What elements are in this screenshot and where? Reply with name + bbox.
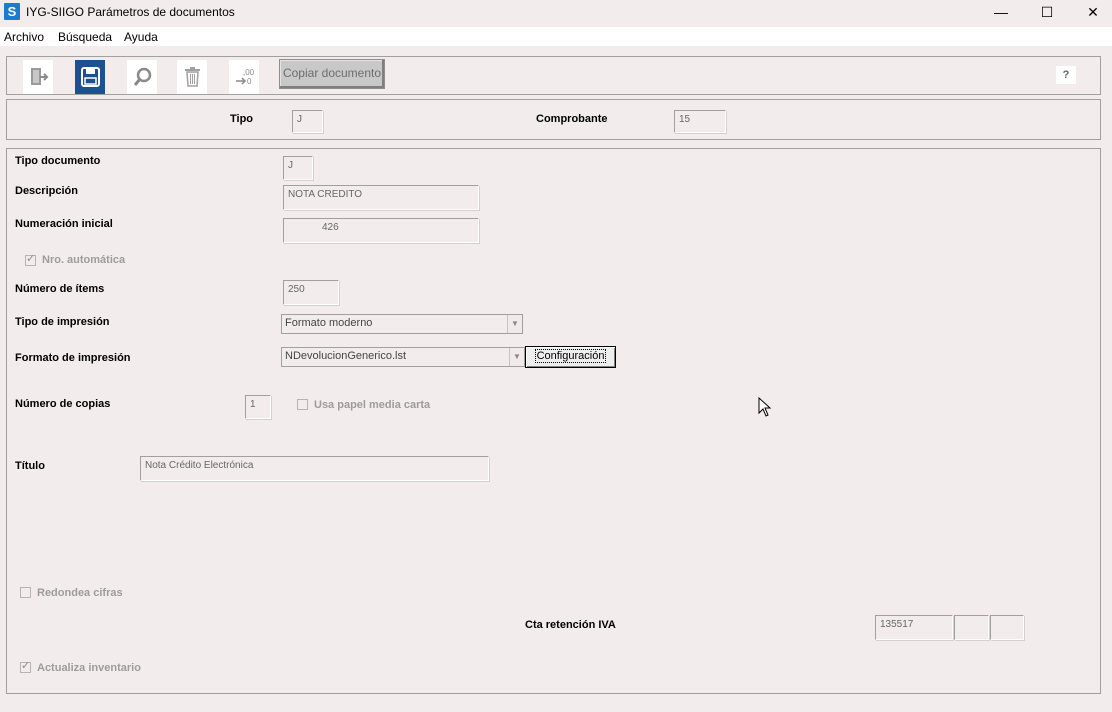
form-group: [6, 148, 1101, 694]
mouse-cursor-icon: [758, 397, 772, 417]
descripcion-label: Descripción: [15, 185, 78, 197]
media-carta-checkbox[interactable]: [297, 399, 308, 410]
actualiza-inventario-checkbox[interactable]: ✓: [20, 660, 31, 673]
exit-button[interactable]: [23, 60, 53, 94]
nro-automatica-label: Nro. automática: [42, 254, 126, 266]
check-mark-icon: ✓: [21, 660, 31, 672]
menu-bar: Archivo Búsqueda Ayuda: [0, 27, 1112, 46]
cta-retencion-sub1-field[interactable]: [954, 615, 989, 640]
formato-impresion-select[interactable]: NDevolucionGenerico.lst ▼: [281, 347, 525, 367]
numero-copias-label: Número de copias: [15, 398, 111, 410]
maximize-button[interactable]: ☐: [1024, 0, 1070, 24]
numero-copias-field[interactable]: 1: [245, 395, 271, 419]
title-bar: S IYG-SIIGO Parámetros de documentos — ☐…: [0, 0, 1112, 24]
tipo-documento-field[interactable]: J: [283, 156, 313, 180]
check-mark-icon: ✓: [26, 253, 36, 265]
tipo-documento-label: Tipo documento: [15, 155, 101, 167]
menu-busqueda[interactable]: Búsqueda: [58, 30, 112, 44]
close-button[interactable]: ✕: [1070, 0, 1112, 24]
comprobante-label: Comprobante: [536, 113, 608, 125]
menu-ayuda[interactable]: Ayuda: [124, 30, 158, 44]
configuracion-button[interactable]: Configuración: [525, 346, 616, 368]
delete-button[interactable]: [177, 60, 207, 94]
numero-items-label: Número de ítems: [15, 283, 105, 295]
chevron-down-icon: ▼: [507, 315, 522, 333]
copy-document-button[interactable]: Copiar documento: [279, 59, 385, 89]
redondea-cifras-label: Redondea cifras: [37, 587, 123, 599]
actualiza-inventario-label: Actualiza inventario: [37, 662, 141, 674]
trash-icon: [185, 67, 200, 87]
tipo-impresion-value: Formato moderno: [285, 317, 373, 329]
titulo-label: Título: [15, 460, 45, 472]
search-button[interactable]: [127, 60, 157, 94]
search-icon: [133, 67, 152, 86]
numero-items-field[interactable]: 250: [283, 280, 339, 305]
window-title: IYG-SIIGO Parámetros de documentos: [26, 5, 235, 19]
titulo-field[interactable]: Nota Crédito Electrónica: [140, 456, 489, 481]
tipo-impresion-select[interactable]: Formato moderno ▼: [281, 314, 523, 334]
renumber-icon: ,00 0: [236, 68, 255, 86]
media-carta-label: Usa papel media carta: [314, 399, 431, 411]
toolbar: [6, 56, 1101, 95]
minimize-button[interactable]: —: [978, 0, 1024, 24]
tipo-label: Tipo: [230, 113, 254, 125]
cta-retencion-sub2-field[interactable]: [990, 615, 1024, 640]
formato-impresion-label: Formato de impresión: [15, 352, 131, 364]
svg-text:0: 0: [247, 77, 252, 86]
exit-icon: [31, 68, 49, 85]
redondea-cifras-checkbox[interactable]: [20, 587, 31, 598]
save-icon: [81, 67, 100, 87]
help-button[interactable]: ?: [1056, 66, 1076, 84]
menu-archivo[interactable]: Archivo: [4, 30, 44, 44]
svg-text:,00: ,00: [243, 68, 255, 77]
cta-retencion-field[interactable]: 135517: [875, 615, 953, 640]
numeracion-inicial-field[interactable]: 426: [283, 218, 479, 243]
cta-retencion-label: Cta retención IVA: [525, 619, 616, 631]
numeracion-inicial-label: Numeración inicial: [15, 218, 113, 230]
app-icon: S: [4, 3, 20, 20]
renumber-button[interactable]: ,00 0: [229, 60, 259, 94]
descripcion-field[interactable]: NOTA CREDITO: [283, 185, 479, 210]
chevron-down-icon: ▼: [509, 348, 524, 366]
tipo-impresion-label: Tipo de impresión: [15, 316, 110, 328]
comprobante-field[interactable]: 15: [674, 110, 726, 133]
formato-impresion-value: NDevolucionGenerico.lst: [285, 350, 407, 362]
nro-automatica-checkbox[interactable]: ✓: [25, 253, 36, 266]
configuracion-label: Configuración: [534, 349, 607, 363]
save-button[interactable]: [75, 60, 105, 94]
tipo-field[interactable]: J: [292, 110, 323, 133]
